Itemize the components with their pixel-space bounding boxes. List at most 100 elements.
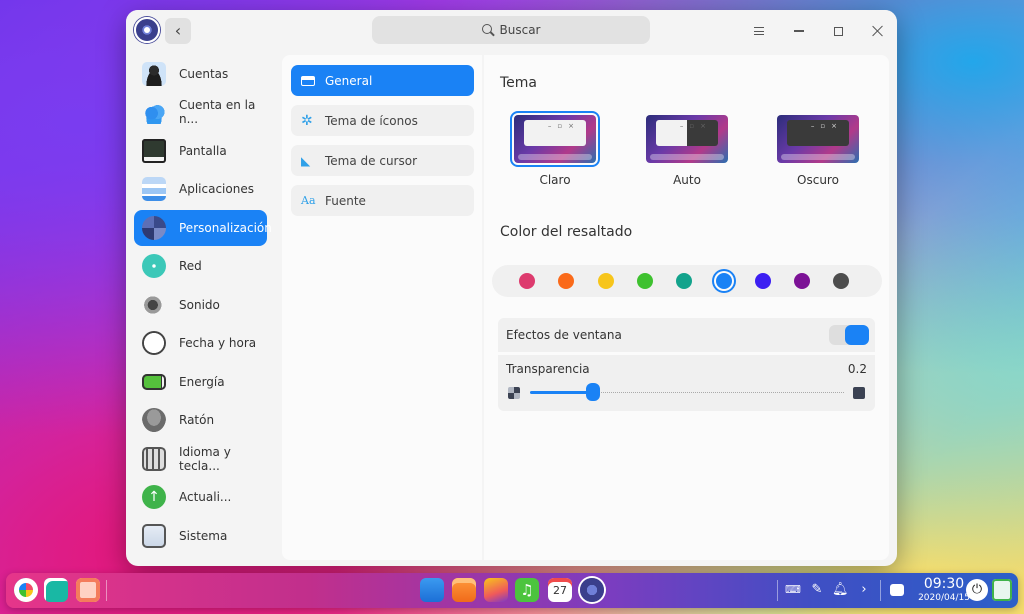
highlight-color-swatch[interactable] bbox=[833, 273, 850, 289]
sidebar-item-label: Sonido bbox=[179, 298, 220, 312]
highlight-color-swatch[interactable] bbox=[558, 273, 575, 289]
cursor-icon: ◣ bbox=[301, 153, 311, 168]
notification-bell-icon[interactable]: 🔔︎ bbox=[832, 582, 849, 598]
subnav-item-general[interactable]: General bbox=[291, 65, 474, 96]
subnav-item-fuente[interactable]: Aa Fuente bbox=[291, 185, 474, 216]
highlight-color-swatch[interactable] bbox=[597, 273, 614, 289]
window-effects-label: Efectos de ventana bbox=[506, 328, 622, 342]
sidebar-item-sonido[interactable]: Sonido bbox=[134, 287, 267, 323]
clock-time[interactable]: 09:30 bbox=[916, 576, 972, 592]
sidebar-item-actualizaciones[interactable]: ↑ Actuali... bbox=[134, 479, 267, 515]
multitasking-icon[interactable] bbox=[44, 578, 68, 602]
cloud-icon bbox=[142, 100, 166, 124]
highlight-color-swatch[interactable] bbox=[715, 273, 732, 289]
clock-icon bbox=[142, 331, 166, 355]
transparency-slider-handle[interactable] bbox=[585, 383, 600, 401]
theme-preview-auto: –▫× bbox=[646, 115, 728, 163]
menu-icon bbox=[754, 27, 764, 35]
maximize-icon bbox=[833, 26, 843, 36]
sidebar-item-label: Pantalla bbox=[179, 144, 227, 158]
sidebar-item-label: Sistema bbox=[179, 529, 228, 543]
minimize-icon bbox=[794, 30, 804, 32]
window-effects-row: Efectos de ventana bbox=[498, 318, 875, 352]
highlight-color-swatch[interactable] bbox=[519, 273, 535, 289]
sidebar-item-label: Fecha y hora bbox=[179, 336, 257, 350]
launcher-icon[interactable] bbox=[14, 578, 38, 602]
subnav-item-label: General bbox=[325, 73, 373, 88]
update-icon: ↑ bbox=[142, 485, 166, 509]
file-manager-icon[interactable] bbox=[420, 578, 444, 602]
window-menu-button[interactable] bbox=[746, 18, 772, 44]
sidebar-item-cuenta-en-la-nube[interactable]: Cuenta en la n... bbox=[134, 94, 267, 130]
personalization-icon bbox=[142, 216, 166, 240]
calendar-icon[interactable]: 27 bbox=[548, 578, 572, 602]
search-icon bbox=[481, 24, 494, 36]
trash-icon[interactable] bbox=[992, 579, 1012, 601]
monitor-icon bbox=[142, 139, 166, 163]
search-placeholder: Buscar bbox=[499, 23, 541, 37]
mouse-icon bbox=[142, 408, 166, 432]
highlight-color-swatch[interactable] bbox=[794, 273, 811, 289]
back-button[interactable]: ‹ bbox=[165, 18, 191, 44]
general-settings-panel: Tema –▫× Claro –▫× Auto –▫× Oscuro Color… bbox=[484, 55, 889, 560]
close-icon bbox=[872, 25, 884, 37]
theme-preview-light: –▫× bbox=[510, 111, 600, 167]
subnav-item-tema-de-iconos[interactable]: ✲ Tema de íconos bbox=[291, 105, 474, 136]
highlight-color-swatch[interactable] bbox=[676, 273, 693, 289]
theme-label: Claro bbox=[539, 173, 571, 187]
sidebar-item-label: Idioma y tecla... bbox=[179, 445, 231, 473]
search-input[interactable]: Buscar bbox=[372, 16, 650, 44]
highlight-color-swatch[interactable] bbox=[636, 273, 653, 289]
sidebar-item-red[interactable]: Red bbox=[134, 248, 267, 284]
sidebar-item-label: Red bbox=[179, 259, 202, 273]
close-button[interactable] bbox=[865, 18, 891, 44]
sidebar-item-cuentas[interactable]: Cuentas bbox=[134, 56, 267, 92]
sidebar-item-energia[interactable]: Energía bbox=[134, 364, 267, 400]
window-icon bbox=[301, 75, 315, 86]
sidebar-item-raton[interactable]: Ratón bbox=[134, 402, 267, 438]
maximize-button[interactable] bbox=[825, 18, 851, 44]
theme-label: Auto bbox=[673, 173, 701, 187]
sidebar-item-label: Aplicaciones bbox=[179, 182, 254, 196]
settings-window: ‹ Buscar Cuentas Cuenta en la n... Panta… bbox=[126, 10, 897, 566]
theme-option-auto[interactable]: –▫× Auto bbox=[642, 115, 732, 187]
icon-theme-icon: ✲ bbox=[301, 112, 313, 129]
highlight-color-swatch[interactable] bbox=[754, 273, 771, 289]
sidebar-item-label: Cuenta en la n... bbox=[179, 98, 256, 126]
font-icon: Aa bbox=[301, 193, 316, 207]
workspace-icon[interactable] bbox=[76, 578, 100, 602]
sidebar-item-label: Cuentas bbox=[179, 67, 229, 81]
clipboard-icon[interactable] bbox=[890, 584, 904, 596]
minimize-button[interactable] bbox=[786, 18, 812, 44]
sidebar-item-label: Actuali... bbox=[179, 490, 232, 504]
battery-icon bbox=[142, 374, 166, 390]
theme-option-light[interactable]: –▫× Claro bbox=[510, 111, 600, 187]
sidebar-item-sistema[interactable]: Sistema bbox=[134, 518, 267, 554]
window-effects-toggle[interactable] bbox=[829, 325, 869, 345]
theme-section-title: Tema bbox=[500, 75, 538, 91]
sidebar-item-personalizacion[interactable]: Personalización bbox=[134, 210, 272, 246]
sidebar-item-label: Ratón bbox=[179, 413, 215, 427]
settings-icon[interactable] bbox=[580, 578, 604, 602]
pen-icon[interactable]: ✎ bbox=[809, 582, 825, 598]
highlight-color-picker bbox=[492, 265, 882, 297]
sidebar-item-aplicaciones[interactable]: Aplicaciones bbox=[134, 171, 267, 207]
sidebar-item-fecha-y-hora[interactable]: Fecha y hora bbox=[134, 325, 267, 361]
theme-option-dark[interactable]: –▫× Oscuro bbox=[773, 115, 863, 187]
system-icon bbox=[142, 524, 166, 548]
personalization-subnav: General ✲ Tema de íconos ◣ Tema de curso… bbox=[282, 55, 482, 560]
titlebar: ‹ Buscar bbox=[126, 10, 897, 52]
subnav-item-tema-de-cursor[interactable]: ◣ Tema de cursor bbox=[291, 145, 474, 176]
sidebar: Cuentas Cuenta en la n... Pantalla Aplic… bbox=[126, 56, 277, 566]
keyboard-layout-icon[interactable]: ⌨ bbox=[785, 582, 801, 598]
chevron-right-icon[interactable]: › bbox=[856, 582, 872, 598]
theme-label: Oscuro bbox=[797, 173, 839, 187]
power-icon[interactable]: ⏻ bbox=[966, 579, 988, 601]
music-icon[interactable]: ♫ bbox=[515, 578, 539, 602]
transparency-high-icon bbox=[853, 387, 865, 399]
image-viewer-icon[interactable] bbox=[484, 578, 508, 602]
user-account-icon bbox=[142, 62, 166, 86]
sidebar-item-idioma-y-teclado[interactable]: Idioma y tecla... bbox=[134, 441, 267, 477]
sidebar-item-pantalla[interactable]: Pantalla bbox=[134, 133, 267, 169]
app-store-icon[interactable] bbox=[452, 578, 476, 602]
